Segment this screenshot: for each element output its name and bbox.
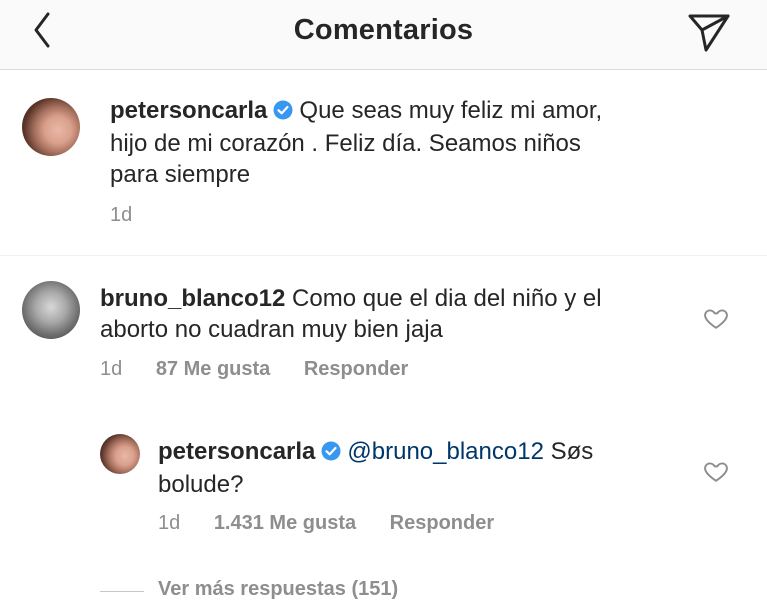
caption-line-3: para siempre bbox=[110, 161, 251, 188]
view-more-replies-button[interactable]: Ver más respuestas (151) bbox=[158, 578, 398, 601]
reply-line-2: bolude? bbox=[158, 471, 244, 498]
avatar[interactable] bbox=[22, 281, 80, 339]
comment-time: 1d bbox=[100, 358, 123, 380]
reply-button[interactable]: Responder bbox=[390, 512, 494, 534]
comment-text: bruno_blanco12 Como que el dia del niño … bbox=[100, 283, 700, 345]
avatar[interactable] bbox=[100, 434, 140, 474]
caption-text: petersoncarla Que seas muy feliz mi amor,… bbox=[110, 95, 750, 190]
heart-icon bbox=[704, 462, 728, 482]
caption-username[interactable]: petersoncarla bbox=[110, 97, 267, 124]
mention-link[interactable]: @bruno_blanco12 bbox=[347, 438, 544, 465]
caption-time: 1d bbox=[110, 204, 133, 226]
heart-icon bbox=[704, 309, 728, 329]
caption-meta: 1d bbox=[110, 204, 160, 227]
reply-username[interactable]: petersoncarla bbox=[158, 438, 315, 465]
like-button[interactable] bbox=[703, 458, 729, 484]
header-bar: Comentarios bbox=[0, 0, 767, 70]
page-title: Comentarios bbox=[293, 14, 474, 46]
caption-block: petersoncarla Que seas muy feliz mi amor,… bbox=[0, 70, 767, 256]
verified-badge-icon bbox=[273, 97, 293, 128]
comment-line-1: Como que el dia del niño y el bbox=[292, 285, 602, 312]
reply-text: petersoncarla @bruno_blanco12 Søs bolude? bbox=[158, 436, 678, 500]
divider-line bbox=[100, 591, 144, 592]
paper-plane-icon bbox=[688, 14, 730, 52]
reply-button[interactable]: Responder bbox=[304, 358, 408, 380]
reply-time: 1d bbox=[158, 512, 181, 534]
comment-username[interactable]: bruno_blanco12 bbox=[100, 285, 285, 312]
like-count[interactable]: 1.431 Me gusta bbox=[214, 512, 356, 534]
verified-badge-icon bbox=[321, 438, 341, 469]
reply-line-1: Søs bbox=[543, 438, 594, 465]
like-button[interactable] bbox=[703, 305, 729, 331]
avatar[interactable] bbox=[22, 98, 80, 156]
like-count[interactable]: 87 Me gusta bbox=[156, 358, 270, 380]
caption-line-1: Que seas muy feliz mi amor, bbox=[299, 97, 603, 124]
reply-meta: 1d 1.431 Me gusta Responder bbox=[158, 512, 522, 535]
caption-line-2: hijo de mi corazón . Feliz día. Seamos n… bbox=[110, 130, 581, 157]
comment-meta: 1d 87 Me gusta Responder bbox=[100, 358, 436, 381]
send-button[interactable] bbox=[682, 6, 734, 58]
comment-line-2: aborto no cuadran muy bien jaja bbox=[100, 316, 443, 343]
